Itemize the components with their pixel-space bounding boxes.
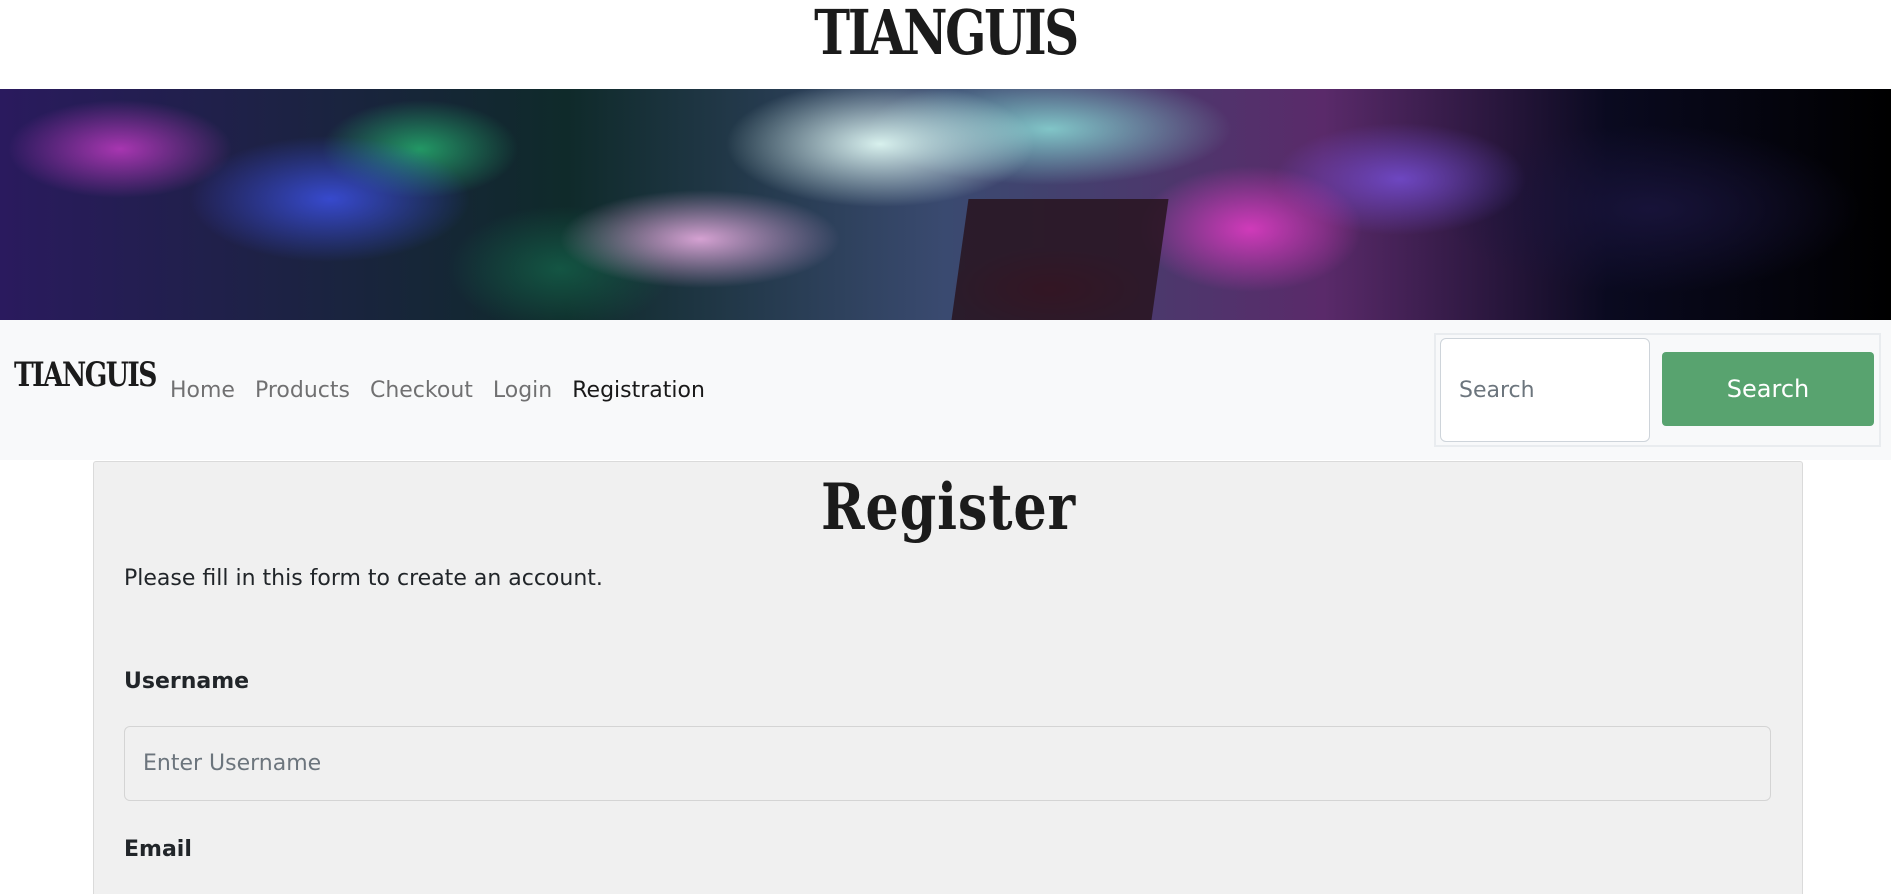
nav-link-checkout[interactable]: Checkout [370,378,473,403]
hero-banner [0,89,1891,320]
nav-link-login[interactable]: Login [493,378,552,403]
username-input[interactable] [124,726,1771,801]
nav-link-home[interactable]: Home [170,378,235,403]
navbar: TIANGUIS Home Products Checkout Login Re… [0,320,1891,460]
site-header: TIANGUIS [0,0,1891,89]
nav-link-products[interactable]: Products [255,378,350,403]
navbar-brand[interactable]: TIANGUIS [14,358,157,392]
register-title-text: Register [820,470,1076,545]
search-input[interactable] [1440,338,1650,442]
nav-link-registration[interactable]: Registration [572,378,705,403]
nav-links: Home Products Checkout Login Registratio… [160,320,715,460]
banner-shape [951,199,1169,320]
register-title: Register [94,472,1802,544]
site-logo[interactable]: TIANGUIS [208,2,1683,64]
search-form: Search [1434,333,1881,447]
register-subtitle: Please fill in this form to create an ac… [124,566,603,591]
username-label: Username [124,669,250,694]
register-card: Register Please fill in this form to cre… [93,461,1803,894]
email-label: Email [124,837,192,862]
search-button[interactable]: Search [1662,352,1874,426]
